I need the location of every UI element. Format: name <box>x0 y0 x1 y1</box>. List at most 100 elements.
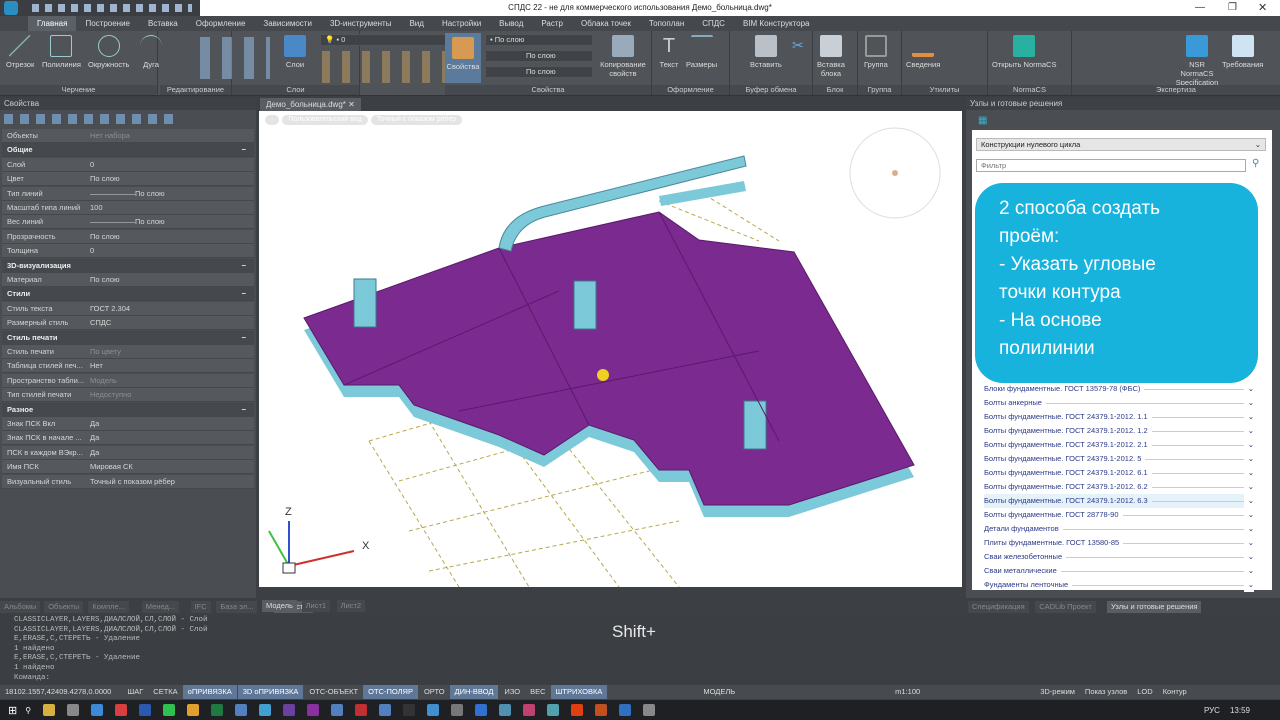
ribbon-tab[interactable]: Оформление <box>187 16 255 31</box>
status-toggle[interactable]: ДИН-ВВОД <box>449 685 500 699</box>
taskbar-app-icon[interactable] <box>235 704 248 716</box>
taskbar-app-icon[interactable] <box>595 704 608 716</box>
document-tab[interactable]: Демо_больница.dwg* ✕ <box>260 98 361 111</box>
grid-view-icon[interactable]: ▦ <box>978 115 987 126</box>
property-section[interactable]: Разное − <box>2 402 254 417</box>
scale-button[interactable]: m1:100 <box>890 685 925 699</box>
ribbon-tab[interactable]: Вид <box>400 16 432 31</box>
nsr-spec-button[interactable]: NSR NormaCS Specification <box>1172 35 1222 87</box>
panel-tab[interactable]: Менед... <box>141 601 180 613</box>
list-item[interactable]: Детали фундаментов ⌄ <box>984 522 1254 536</box>
chevron-down-icon[interactable]: ⌄ <box>1243 494 1254 508</box>
collapse-icon[interactable]: − <box>242 287 246 301</box>
status-toggle[interactable]: ШАГ <box>122 685 148 699</box>
3d-mode-button[interactable]: 3D-режим <box>1035 685 1080 699</box>
property-value[interactable]: Да <box>90 431 99 445</box>
requirements-button[interactable]: Требования <box>1222 35 1263 69</box>
property-section[interactable]: Стили − <box>2 287 254 302</box>
panel-tab[interactable]: Узлы и готовые решения <box>1107 601 1202 613</box>
lineweight-combo[interactable]: По слою <box>485 66 593 78</box>
property-row[interactable]: Таблица стилей печ... Нет <box>2 359 254 374</box>
line-button[interactable]: Отрезок <box>6 35 34 69</box>
taskbar-app-icon[interactable] <box>43 704 56 716</box>
property-row[interactable]: Толщина 0 <box>2 244 254 259</box>
ribbon-tab[interactable]: Растр <box>532 16 572 31</box>
filter-input[interactable] <box>976 159 1246 172</box>
info-button[interactable]: Сведения <box>906 35 940 69</box>
property-section[interactable]: 3D-визуализация − <box>2 258 254 273</box>
chevron-down-icon[interactable]: ⌄ <box>1243 424 1254 438</box>
property-value[interactable]: По слою <box>90 230 120 244</box>
property-row[interactable]: Цвет По слою <box>2 172 254 187</box>
taskbar-app-icon[interactable] <box>451 704 464 716</box>
taskbar-app-icon[interactable] <box>571 704 584 716</box>
property-value[interactable]: СПДС <box>90 316 111 330</box>
panel-tab[interactable]: IFC <box>190 601 211 613</box>
search-icon[interactable]: ⚲ <box>1252 158 1259 169</box>
property-row[interactable]: Тип стилей печати Недоступно <box>2 388 254 403</box>
property-row[interactable]: Объекты Нет набора <box>2 129 254 143</box>
property-value[interactable]: По цвету <box>90 345 121 359</box>
properties-button[interactable]: Свойства <box>445 33 481 83</box>
status-toggle[interactable]: ОТС-ОБЪЕКТ <box>304 685 363 699</box>
chevron-down-icon[interactable]: ⌄ <box>1243 410 1254 424</box>
taskbar-app-icon[interactable] <box>211 704 224 716</box>
contour-button[interactable]: Контур <box>1158 685 1192 699</box>
property-row[interactable]: Тип линий ——————По слою <box>2 186 254 201</box>
property-section[interactable]: Общие − <box>2 143 254 158</box>
collapse-icon[interactable]: − <box>242 331 246 345</box>
copy-properties-button[interactable]: Копирование свойств <box>597 35 649 78</box>
taskbar-app-icon[interactable] <box>67 704 80 716</box>
close-button[interactable]: ✕ <box>1258 1 1267 14</box>
property-row[interactable]: Прозрачность По слою <box>2 229 254 244</box>
taskbar-app-icon[interactable] <box>643 704 656 716</box>
taskbar-app-icon[interactable] <box>115 704 128 716</box>
chevron-down-icon[interactable]: ⌄ <box>1243 452 1254 466</box>
text-button[interactable]: T Текст <box>658 35 680 69</box>
show-nodes-button[interactable]: Показ узлов <box>1080 685 1132 699</box>
property-value[interactable]: Точный с показом рёбер <box>90 475 175 489</box>
ribbon-tab[interactable]: Топоплан <box>640 16 693 31</box>
property-value[interactable]: Нет набора <box>90 129 130 143</box>
taskbar-app-icon[interactable] <box>523 704 536 716</box>
property-row[interactable]: Имя ПСК Мировая СК <box>2 460 254 475</box>
panel-tab[interactable]: Спецификация <box>968 601 1029 613</box>
taskbar-app-icon[interactable] <box>403 704 416 716</box>
taskbar-app-icon[interactable] <box>619 704 632 716</box>
property-value[interactable]: 0 <box>90 158 94 172</box>
maximize-button[interactable]: ❐ <box>1228 2 1237 13</box>
property-row[interactable]: Стиль печати По цвету <box>2 345 254 359</box>
property-row[interactable]: Визуальный стиль Точный с показом рёбер <box>2 474 254 489</box>
chevron-down-icon[interactable]: ⌄ <box>1243 578 1254 592</box>
taskbar-app-icon[interactable] <box>499 704 512 716</box>
panel-tab[interactable]: Модель <box>262 600 297 612</box>
property-row[interactable]: ПСК в каждом ВЭкр... Да <box>2 445 254 460</box>
clock[interactable]: 13:59 <box>1230 706 1250 715</box>
property-value[interactable]: Недоступно <box>90 388 131 402</box>
property-row[interactable]: Стиль текста ГОСТ 2.304 <box>2 301 254 316</box>
collapse-icon[interactable]: − <box>242 403 246 417</box>
chevron-down-icon[interactable]: ⌄ <box>1243 522 1254 536</box>
status-toggle[interactable]: ВЕС <box>525 685 550 699</box>
panel-tab[interactable]: Лист2 <box>336 600 366 612</box>
taskbar-app-icon[interactable] <box>91 704 104 716</box>
taskbar-app-icon[interactable] <box>355 704 368 716</box>
list-item[interactable]: Фундаменты ленточные ⌄ <box>984 578 1254 592</box>
list-item[interactable]: Плиты фундаментные. ГОСТ 13580-85 ⌄ <box>984 536 1254 550</box>
taskbar-app-icon[interactable] <box>307 704 320 716</box>
list-item[interactable]: Болты фундаментные. ГОСТ 24379.1-2012. 1… <box>984 424 1254 438</box>
polyline-button[interactable]: Полилиния <box>42 35 81 69</box>
property-value[interactable]: По слою <box>90 172 120 186</box>
list-item[interactable]: Болты фундаментные. ГОСТ 24379.1-2012. 1… <box>984 410 1254 424</box>
ribbon-tab[interactable]: Вставка <box>139 16 187 31</box>
property-value[interactable]: Да <box>90 417 99 431</box>
properties-toolbar[interactable] <box>4 114 179 124</box>
panel-tab[interactable]: CADLib Проект <box>1035 601 1096 613</box>
model-space-button[interactable]: МОДЕЛЬ <box>698 685 740 699</box>
start-icon[interactable]: ⊞ <box>8 704 17 717</box>
layers-button[interactable]: Слои <box>284 35 306 69</box>
open-normacs-button[interactable]: Открыть NormaCS <box>992 35 1056 69</box>
property-row[interactable]: Вес линий ——————По слою <box>2 215 254 230</box>
layer-tools[interactable] <box>322 51 462 83</box>
taskbar-app-icon[interactable] <box>475 704 488 716</box>
